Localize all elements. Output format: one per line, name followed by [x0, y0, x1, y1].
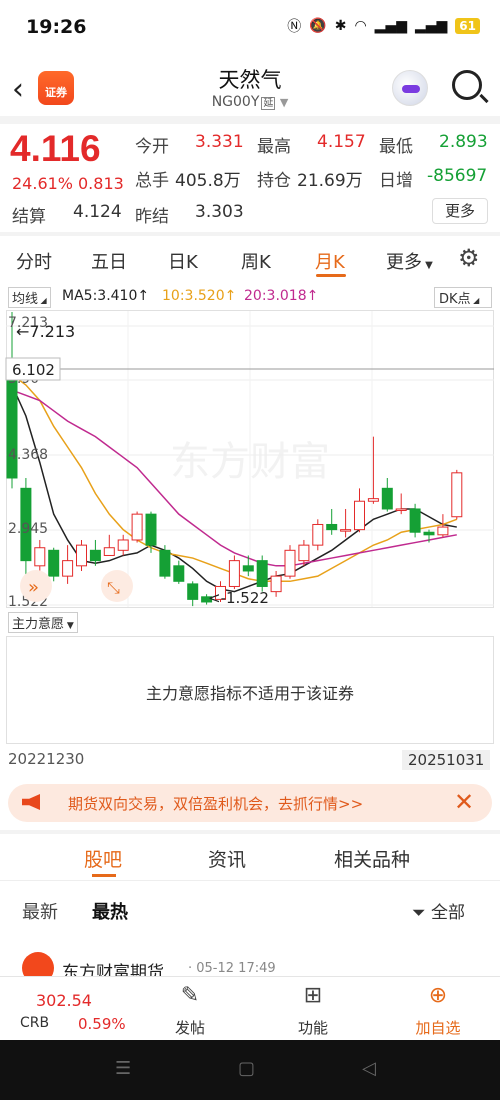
sort-latest[interactable]: 最新 — [22, 898, 58, 924]
candle-body — [103, 547, 115, 556]
candle — [173, 560, 185, 584]
candle — [187, 581, 199, 607]
back-nav-icon[interactable]: ◁ — [362, 1058, 376, 1079]
candle — [381, 477, 393, 512]
candle — [367, 436, 379, 504]
expand-arrows-icon: ⤡ — [107, 578, 120, 597]
candle-body — [284, 549, 296, 577]
end-date: 20251031 — [402, 750, 491, 770]
kline-chart[interactable]: 东方财富 7.213 5.90 4.368 2.945 1.522 ←7.213… — [0, 0, 500, 620]
y-label-mid: 4.368 — [8, 447, 48, 463]
candle — [256, 555, 268, 592]
double-chevron-right-icon: » — [28, 577, 39, 598]
start-date: 20221230 — [8, 750, 85, 768]
candle — [451, 469, 463, 520]
candle-body — [423, 531, 435, 536]
candle-body — [228, 560, 240, 587]
edit-icon[interactable]: ✎ — [160, 983, 220, 1008]
post-time: · 05-12 17:49 — [188, 961, 276, 976]
index-pct[interactable]: 0.59% — [78, 1015, 126, 1033]
candle-body — [89, 549, 101, 562]
tab-forum[interactable]: 股吧 — [84, 845, 122, 872]
promo-banner[interactable]: 期货双向交易，双倍盈利机会，去抓行情>> ✕ — [8, 784, 492, 822]
y-label-mid-low: 2.945 — [8, 521, 48, 537]
candle — [103, 534, 115, 556]
candle — [117, 534, 129, 556]
candle-body — [395, 508, 407, 511]
candle-body — [298, 544, 310, 562]
candle-body — [326, 523, 338, 531]
candle-body — [367, 498, 379, 502]
index-code[interactable]: CRB — [20, 1015, 49, 1031]
candle — [159, 545, 171, 579]
candle-body — [173, 565, 185, 582]
candle-body — [409, 508, 421, 533]
filter-icon: ⏷ — [412, 903, 426, 923]
candle — [131, 511, 143, 543]
candle-body — [354, 500, 365, 531]
system-nav-bar: ☰ ▢ ◁ — [0, 1040, 500, 1100]
candle-body — [381, 487, 393, 510]
tab-news[interactable]: 资讯 — [208, 845, 246, 872]
add-favorite-button[interactable]: 加自选 — [408, 1017, 468, 1038]
grid-icon[interactable]: ⊞ — [283, 983, 343, 1008]
candle-body — [145, 513, 157, 546]
candle-body — [187, 583, 199, 600]
indicator-message: 主力意愿指标不适用于该证券 — [145, 684, 354, 703]
indicator-label: 主力意愿 — [12, 617, 65, 632]
candle — [34, 539, 46, 571]
add-circle-icon[interactable]: ⊕ — [408, 983, 468, 1008]
candle — [228, 555, 240, 590]
divider — [0, 880, 500, 881]
promo-text: 期货双向交易，双倍盈利机会，去抓行情>> — [68, 795, 364, 813]
candle-body — [131, 513, 143, 541]
menu-icon[interactable]: ☰ — [115, 1058, 131, 1079]
candle-body — [34, 547, 46, 567]
candle — [76, 539, 87, 571]
tab-related[interactable]: 相关品种 — [334, 845, 410, 872]
candle-body — [76, 544, 87, 567]
candle — [48, 547, 60, 582]
candle-body — [62, 560, 74, 577]
candle-body — [270, 575, 282, 593]
home-icon[interactable]: ▢ — [238, 1058, 255, 1079]
candle-body — [256, 560, 268, 587]
candle-body — [159, 549, 171, 577]
candle-body — [312, 523, 324, 546]
candle — [340, 508, 352, 538]
candle — [284, 545, 296, 579]
min-annotation: <-1.522 — [208, 589, 269, 607]
filter-label: 全部 — [431, 903, 466, 923]
filter-button[interactable]: ⏷ 全部 — [412, 898, 465, 923]
candle-body — [451, 472, 463, 518]
max-annotation: ←7.213 — [16, 322, 75, 341]
candle — [409, 503, 421, 538]
divider — [0, 830, 500, 834]
candle — [354, 488, 365, 533]
sort-hottest[interactable]: 最热 — [92, 898, 128, 924]
candle-body — [48, 549, 60, 577]
function-button[interactable]: 功能 — [283, 1017, 343, 1038]
bottom-toolbar: 302.54 CRB 0.59% ✎ 发帖 ⊞ 功能 ⊕ 加自选 — [0, 976, 500, 1040]
index-price[interactable]: 302.54 — [36, 991, 92, 1010]
close-icon[interactable]: ✕ — [454, 788, 474, 816]
indicator-select-button[interactable]: 主力意愿 ▼ — [8, 612, 78, 633]
candle — [62, 545, 74, 584]
candle-body — [340, 529, 352, 532]
speaker-icon — [22, 794, 40, 810]
candle-body — [117, 539, 129, 551]
candle — [326, 508, 338, 535]
post-button[interactable]: 发帖 — [160, 1017, 220, 1038]
candle-body — [437, 526, 449, 536]
active-tab-indicator — [92, 874, 116, 877]
caret-down-icon: ▼ — [64, 621, 74, 631]
candle-body — [242, 565, 254, 572]
hover-price: 6.102 — [12, 361, 55, 379]
candle — [312, 519, 324, 551]
